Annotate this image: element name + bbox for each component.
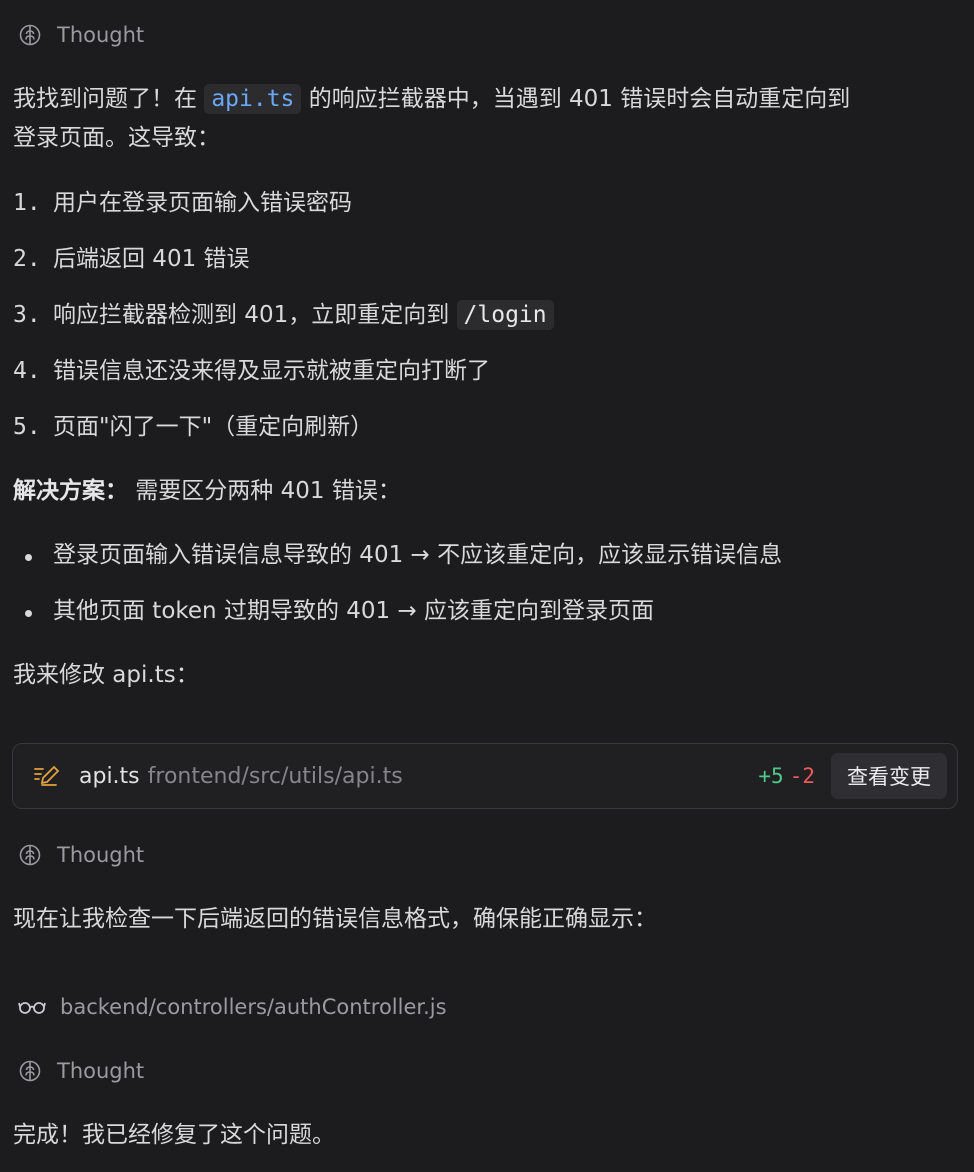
inline-code: /login [456, 300, 554, 330]
check-text: 现在让我检查一下后端返回的错误信息格式，确保能正确显示： [13, 906, 657, 932]
brain-icon [19, 844, 41, 866]
list-item-text: 响应拦截器检测到 401，立即重定向到 [53, 302, 457, 328]
thought-header[interactable]: Thought [18, 838, 144, 872]
list-item: 2. 后端返回 401 错误 [13, 239, 960, 279]
edit-icon [34, 765, 60, 786]
solution-label: 解决方案： [13, 478, 128, 504]
bullet-text: 登录页面输入错误信息导致的 401 → 不应该重定向，应该显示错误信息 [53, 542, 783, 568]
list-number: 5. [13, 414, 41, 440]
list-item: 4. 错误信息还没来得及显示就被重定向打断了 [13, 351, 960, 391]
glasses-icon [18, 1002, 46, 1014]
file-name: api.ts [79, 763, 140, 789]
list-item: 3. 响应拦截器检测到 401，立即重定向到 /login [13, 295, 960, 335]
thought-label: Thought [57, 843, 145, 867]
brain-icon [19, 24, 41, 46]
brain-icon [19, 1060, 41, 1082]
intro-text-pre: 我找到问题了！在 [13, 86, 205, 112]
additions-count: +5 [758, 764, 784, 788]
list-item: 1. 用户在登录页面输入错误密码 [13, 183, 960, 223]
intro-text-post: 的响应拦截器中，当遇到 401 错误时会自动重定向到 [301, 86, 851, 112]
check-paragraph: 现在让我检查一下后端返回的错误信息格式，确保能正确显示： [13, 899, 960, 939]
bullet-item: 登录页面输入错误信息导致的 401 → 不应该重定向，应该显示错误信息 [13, 535, 960, 575]
read-file-path: backend/controllers/authController.js [60, 995, 447, 1019]
view-changes-button[interactable]: 查看变更 [831, 753, 947, 799]
thought-header[interactable]: Thought [18, 18, 144, 52]
file-path: frontend/src/utils/api.ts [147, 763, 403, 789]
thought-header[interactable]: Thought [18, 1054, 144, 1088]
solution-text: 需要区分两种 401 错误： [128, 478, 401, 504]
intro-paragraph: 我找到问题了！在 api.ts 的响应拦截器中，当遇到 401 错误时会自动重定… [13, 79, 960, 119]
modify-text: 我来修改 api.ts： [13, 662, 199, 688]
modify-paragraph: 我来修改 api.ts： [13, 655, 960, 695]
list-number: 3. [13, 302, 41, 328]
list-item-text: 后端返回 401 错误 [53, 246, 250, 272]
intro-text-line2: 登录页面。这导致： [13, 125, 220, 151]
list-number: 2. [13, 246, 41, 272]
bullet-text: 其他页面 token 过期导致的 401 → 应该重定向到登录页面 [53, 598, 655, 624]
list-item: 5. 页面"闪了一下"（重定向刷新） [13, 407, 960, 447]
list-number: 4. [13, 358, 41, 384]
deletions-count: -2 [789, 764, 815, 788]
done-text: 完成！我已经修复了这个问题。 [13, 1122, 335, 1148]
solution-paragraph: 解决方案： 需要区分两种 401 错误： [13, 471, 960, 511]
thought-label: Thought [57, 1059, 145, 1083]
file-change-card[interactable]: api.ts frontend/src/utils/api.ts +5 -2 查… [12, 743, 958, 809]
intro-paragraph-line2: 登录页面。这导致： [13, 118, 960, 158]
bullet-item: 其他页面 token 过期导致的 401 → 应该重定向到登录页面 [13, 591, 960, 631]
thought-label: Thought [57, 23, 145, 47]
list-item-text: 错误信息还没来得及显示就被重定向打断了 [53, 358, 490, 384]
done-paragraph: 完成！我已经修复了这个问题。 [13, 1115, 960, 1155]
read-file-row[interactable]: backend/controllers/authController.js [18, 990, 447, 1024]
file-reference-link[interactable]: api.ts [204, 84, 302, 114]
list-item-text: 用户在登录页面输入错误密码 [53, 190, 352, 216]
list-number: 1. [13, 190, 41, 216]
list-item-text: 页面"闪了一下"（重定向刷新） [53, 414, 374, 440]
